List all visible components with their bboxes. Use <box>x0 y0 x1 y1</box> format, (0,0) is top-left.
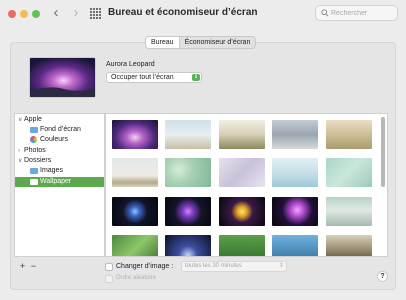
wallpaper-thumbnail[interactable] <box>165 158 211 187</box>
disclosure-chevron-icon[interactable]: › <box>18 146 20 156</box>
sidebar-item-images[interactable]: Images <box>15 166 104 176</box>
wallpaper-thumbnail[interactable] <box>326 197 372 226</box>
back-arrow-icon[interactable]: ‹ <box>49 5 63 21</box>
sidebar-group-dossiers[interactable]: ∨ Dossiers <box>15 156 104 166</box>
tab-screensaver[interactable]: Économiseur d’écran <box>178 37 256 48</box>
grid-scrollbar[interactable] <box>381 117 385 187</box>
wallpaper-thumbnail[interactable] <box>112 235 158 256</box>
wallpaper-thumbnail[interactable] <box>326 120 372 149</box>
forward-arrow-icon[interactable]: › <box>69 5 83 21</box>
minimize-window-button[interactable] <box>20 10 28 18</box>
change-image-checkbox[interactable] <box>105 263 113 271</box>
wallpaper-thumbnail[interactable] <box>219 120 265 149</box>
wallpaper-thumbnail[interactable] <box>219 235 265 256</box>
wallpaper-thumbnail[interactable] <box>165 197 211 226</box>
interval-select[interactable]: toutes les 30 minutes ⇕ <box>181 261 287 272</box>
wallpaper-thumbnail[interactable] <box>326 158 372 187</box>
window-title: Bureau et économiseur d’écran <box>108 7 258 18</box>
select-chevron-icon: ⇕ <box>278 263 284 269</box>
add-folder-button[interactable]: + <box>17 261 28 271</box>
wallpaper-name: Aurora Leopard <box>106 61 155 68</box>
change-image-label: Changer d’image : <box>116 263 174 270</box>
wallpaper-thumbnail[interactable] <box>272 235 318 256</box>
sidebar-item-photos[interactable]: › Photos <box>15 146 104 156</box>
source-sidebar: ∨ Apple Fond d’écran Couleurs › Photos ∨… <box>14 113 105 257</box>
tab-bar: Bureau Économiseur d’écran <box>145 36 257 49</box>
wallpaper-thumbnail[interactable] <box>326 235 372 256</box>
fill-mode-select[interactable]: Occuper tout l’écran ⇕ <box>106 72 202 83</box>
wallpaper-preview-image <box>30 58 95 97</box>
remove-folder-button[interactable]: − <box>28 261 39 271</box>
wallpaper-thumbnail[interactable] <box>219 197 265 226</box>
wallpaper-thumbnail[interactable] <box>112 158 158 187</box>
wallpaper-thumbnail[interactable] <box>112 197 158 226</box>
title-bar: ‹ › Bureau et économiseur d’écran <box>0 0 406 30</box>
folder-icon <box>30 179 38 185</box>
select-chevron-icon: ⇕ <box>192 74 200 81</box>
wallpaper-thumbnail[interactable] <box>219 158 265 187</box>
wallpaper-thumbnail[interactable] <box>272 197 318 226</box>
disclosure-chevron-icon[interactable]: ∨ <box>18 115 22 125</box>
disclosure-chevron-icon[interactable]: ∨ <box>18 156 22 166</box>
wallpaper-thumbnail[interactable] <box>165 120 211 149</box>
help-button[interactable]: ? <box>377 271 388 282</box>
fill-mode-value: Occuper tout l’écran <box>111 74 174 81</box>
wallpaper-thumbnail-grid <box>105 113 388 257</box>
wallpaper-thumbnail[interactable] <box>272 158 318 187</box>
interval-value: toutes les 30 minutes <box>185 263 242 269</box>
wallpaper-thumbnail[interactable] <box>112 120 158 149</box>
search-field[interactable] <box>315 5 398 21</box>
colors-icon <box>30 136 37 143</box>
random-order-label: Ordre aléatoire <box>116 275 157 281</box>
wallpaper-thumbnail[interactable] <box>165 235 211 256</box>
system-preferences-window: ‹ › Bureau et économiseur d’écran Bureau… <box>0 0 406 300</box>
tab-desktop[interactable]: Bureau <box>146 37 179 48</box>
search-input[interactable] <box>331 7 395 19</box>
close-window-button[interactable] <box>8 10 16 18</box>
sidebar-item-couleurs[interactable]: Couleurs <box>15 135 104 145</box>
folder-icon <box>30 168 38 174</box>
search-icon <box>321 9 329 17</box>
sidebar-group-apple[interactable]: ∨ Apple <box>15 115 104 125</box>
current-wallpaper-preview <box>29 57 96 98</box>
sidebar-item-fond-ecran[interactable]: Fond d’écran <box>15 125 104 135</box>
sidebar-item-wallpaper[interactable]: Wallpaper <box>15 177 104 187</box>
random-order-checkbox[interactable] <box>105 275 113 283</box>
wallpaper-thumbnail[interactable] <box>272 120 318 149</box>
add-remove-controls: + − <box>17 261 39 271</box>
zoom-window-button[interactable] <box>32 10 40 18</box>
folder-icon <box>30 127 38 133</box>
show-all-grid-icon[interactable] <box>90 8 101 19</box>
